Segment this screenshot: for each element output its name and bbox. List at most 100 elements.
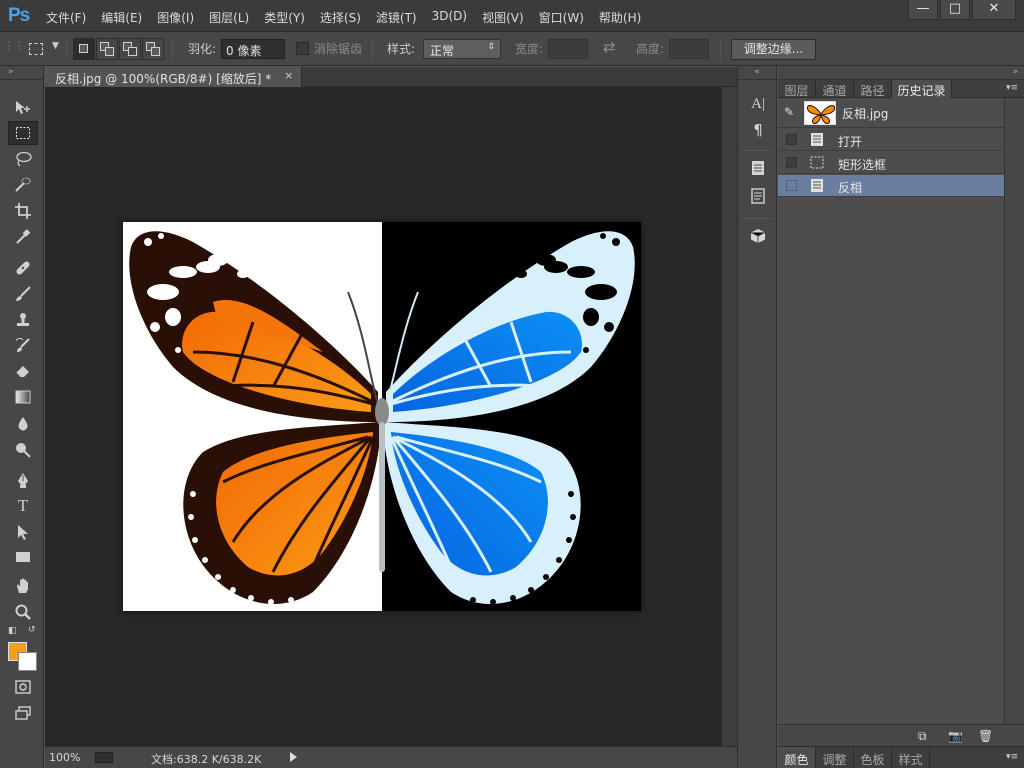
tab-swatches[interactable]: 色板 [854, 747, 892, 768]
properties-panel-icon[interactable] [748, 160, 768, 180]
eyedropper-tool-icon[interactable] [8, 225, 38, 249]
menu-type[interactable]: 类型(Y) [264, 9, 305, 26]
blur-tool-icon[interactable] [8, 412, 38, 436]
history-panel-group: » 图层 通道 路径 历史记录 ▾≡ ✎ 反相.jpg 打开 矩形选框 反相 ⧉… [778, 66, 1024, 768]
eraser-tool-icon[interactable] [8, 360, 38, 384]
gradient-tool-icon[interactable] [8, 386, 38, 410]
dock-collapse-icon[interactable]: « [738, 66, 776, 80]
menu-3d[interactable]: 3D(D) [432, 9, 467, 26]
zoom-level[interactable]: 100% [49, 751, 80, 764]
snapshot-thumbnail [804, 101, 836, 125]
menu-edit[interactable]: 编辑(E) [101, 9, 142, 26]
character-panel-icon[interactable]: A| [748, 94, 768, 114]
menu-window[interactable]: 窗口(W) [539, 9, 584, 26]
history-snapshot[interactable]: ✎ 反相.jpg [778, 98, 1004, 128]
quick-selection-tool-icon[interactable] [8, 173, 38, 197]
status-menu-arrow-icon[interactable] [290, 752, 297, 762]
document-icon [811, 179, 823, 192]
history-checkbox[interactable] [786, 134, 797, 145]
tab-color[interactable]: 颜色 [778, 747, 816, 768]
camera-icon[interactable]: 📷 [948, 729, 963, 743]
default-colors-icon[interactable]: ◧ [8, 626, 17, 636]
antialias-label: 消除锯齿 [314, 42, 363, 56]
tab-styles[interactable]: 样式 [892, 747, 930, 768]
quick-mask-icon[interactable] [8, 676, 38, 700]
new-selection-button[interactable] [73, 38, 95, 60]
tab-history[interactable]: 历史记录 [892, 80, 952, 98]
menu-file[interactable]: 文件(F) [46, 9, 86, 26]
document-info: 文档:638.2 K/638.2K [151, 753, 262, 766]
history-row-rect-marquee[interactable]: 矩形选框 [778, 152, 1004, 174]
panel-menu-icon[interactable]: ▾≡ [1006, 752, 1018, 762]
width-input[interactable] [548, 39, 588, 59]
tab-layers[interactable]: 图层 [778, 80, 816, 98]
rectangular-marquee-tool-icon[interactable] [8, 121, 38, 145]
status-info-icon[interactable] [95, 752, 113, 763]
tools-collapse-icon[interactable]: » [0, 66, 43, 80]
clone-stamp-tool-icon[interactable] [8, 308, 38, 332]
3d-panel-icon[interactable] [748, 228, 768, 248]
menu-help[interactable]: 帮助(H) [599, 9, 641, 26]
snapshot-label: 反相.jpg [842, 107, 889, 121]
subtract-selection-button[interactable] [119, 38, 141, 60]
screen-mode-icon[interactable] [8, 702, 38, 726]
feather-label: 羽化: [188, 42, 217, 56]
zoom-tool-icon[interactable] [8, 600, 38, 624]
close-button[interactable]: ✕ [972, 0, 1016, 20]
maximize-button[interactable]: □ [940, 0, 970, 20]
crop-tool-icon[interactable] [8, 199, 38, 223]
menu-layer[interactable]: 图层(L) [209, 9, 249, 26]
history-scrollbar[interactable] [1004, 98, 1024, 724]
paragraph-panel-icon[interactable]: ¶ [748, 120, 768, 140]
close-tab-icon[interactable]: × [284, 69, 293, 82]
swap-dimensions-icon[interactable]: ⇄ [603, 38, 616, 56]
tab-paths[interactable]: 路径 [854, 80, 892, 98]
menu-filter[interactable]: 滤镜(T) [376, 9, 417, 26]
notes-panel-icon[interactable] [748, 188, 768, 208]
refine-edge-button[interactable]: 调整边缘... [731, 39, 816, 60]
background-color-swatch[interactable] [18, 652, 37, 671]
marquee-preset-icon[interactable] [27, 40, 45, 58]
width-label: 宽度: [515, 42, 544, 56]
main-menu: 文件(F) 编辑(E) 图像(I) 图层(L) 类型(Y) 选择(S) 滤镜(T… [46, 9, 656, 26]
history-row-invert[interactable]: 反相 [778, 175, 1004, 197]
add-to-selection-button[interactable] [96, 38, 118, 60]
move-tool-icon[interactable] [8, 96, 38, 120]
history-checkbox[interactable] [786, 180, 797, 191]
type-tool-icon[interactable]: T [8, 494, 38, 518]
history-brush-tool-icon[interactable] [8, 334, 38, 358]
history-row-open[interactable]: 打开 [778, 129, 1004, 151]
style-select[interactable]: 正常 ⇕ [423, 39, 501, 59]
hand-tool-icon[interactable] [8, 574, 38, 598]
height-input[interactable] [669, 39, 709, 59]
preset-dropdown-icon[interactable]: ▼ [52, 41, 59, 51]
tab-channels[interactable]: 通道 [816, 80, 854, 98]
swap-colors-icon[interactable]: ↺ [28, 625, 36, 635]
menu-select[interactable]: 选择(S) [320, 9, 361, 26]
tab-adjustments[interactable]: 调整 [816, 747, 854, 768]
options-grip-icon: ⋮⋮ [4, 41, 24, 52]
panel-collapse-icon[interactable]: » [778, 66, 1024, 80]
intersect-selection-button[interactable] [142, 38, 164, 60]
menu-image[interactable]: 图像(I) [157, 9, 194, 26]
history-brush-source-icon[interactable]: ✎ [784, 105, 794, 119]
history-checkbox[interactable] [786, 157, 797, 168]
document-tab[interactable]: 反相.jpg @ 100%(RGB/8#) [缩放后] * × [45, 67, 303, 87]
minimize-button[interactable]: — [908, 0, 938, 20]
brush-tool-icon[interactable] [8, 282, 38, 306]
dodge-tool-icon[interactable] [8, 438, 38, 462]
new-document-from-state-icon[interactable]: ⧉ [918, 729, 927, 744]
lasso-tool-icon[interactable] [8, 147, 38, 171]
window-controls: — □ ✕ [906, 0, 1016, 20]
rectangle-tool-icon[interactable] [8, 546, 38, 570]
menu-view[interactable]: 视图(V) [482, 9, 524, 26]
pen-tool-icon[interactable] [8, 468, 38, 492]
updown-icon: ⇕ [487, 42, 495, 52]
feather-input[interactable]: 0 像素 [221, 39, 285, 59]
path-selection-tool-icon[interactable] [8, 520, 38, 544]
antialias-checkbox[interactable] [296, 42, 309, 55]
trash-icon[interactable]: 🗑 [978, 729, 993, 743]
panel-menu-icon[interactable]: ▾≡ [1006, 83, 1018, 93]
healing-brush-tool-icon[interactable] [8, 256, 38, 280]
canvas-scrollbar[interactable] [721, 87, 737, 746]
